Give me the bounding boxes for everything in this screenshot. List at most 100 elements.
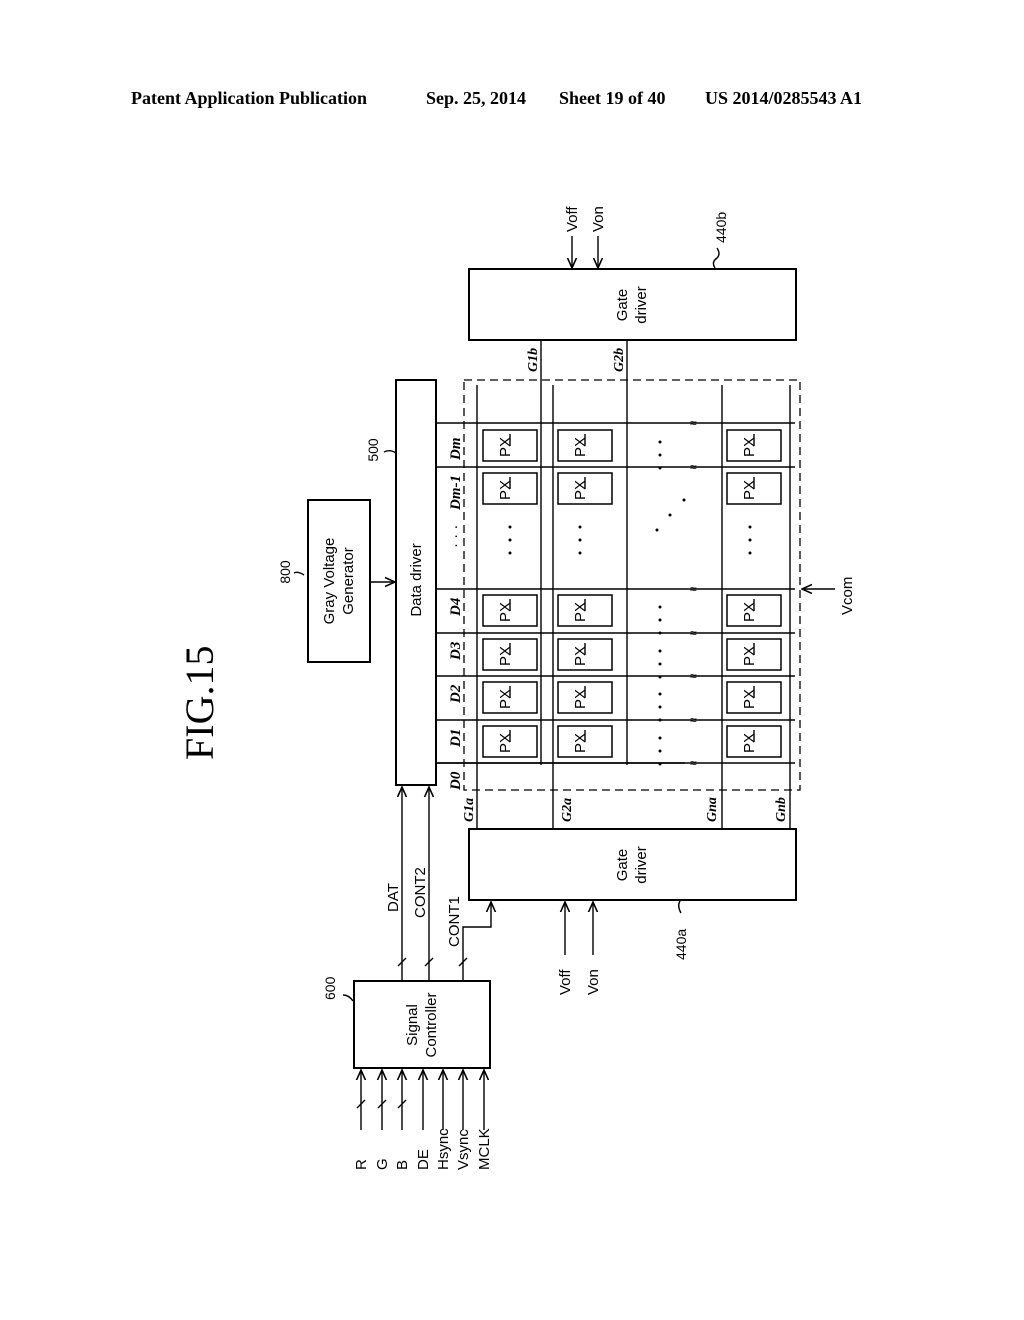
dot <box>508 551 512 555</box>
input-label-b: B <box>394 1160 411 1170</box>
pixel-label: PX <box>741 646 758 666</box>
dot <box>578 551 582 555</box>
dot <box>578 538 582 542</box>
gvg-label-1: Gray Voltage <box>321 538 338 625</box>
pixel-cell: PX <box>557 594 613 627</box>
input-label-g: G <box>374 1158 391 1170</box>
line-break-mark: ≈ <box>690 626 697 640</box>
pixel-cell: PX <box>557 472 613 505</box>
gvg-label-2: Generator <box>340 547 357 615</box>
pixel-cell: PX <box>482 681 538 714</box>
data-driver-label: Data driver <box>408 543 425 616</box>
pixel-label: PX <box>497 646 514 666</box>
display-panel: ≈ ≈ ≈ ≈ ≈ ≈ ≈ D0 D1 D2 D3 D4 · · · Dm-1 Dm G1b G2b G1a G2… <box>436 340 856 829</box>
gate-label: G2a <box>560 798 575 822</box>
line-break-mark: ≈ <box>690 669 697 683</box>
dot <box>658 749 662 753</box>
dot <box>658 631 662 635</box>
vcom-label: Vcom <box>839 577 856 615</box>
line-break-mark: ≈ <box>690 416 697 430</box>
dot <box>658 718 662 722</box>
pixel-label: PX <box>572 480 589 500</box>
von-b-label: Von <box>590 206 607 232</box>
gate-driver-440b: Gate driver Voff Von 440b <box>468 206 797 341</box>
pixel-label: PX <box>741 689 758 709</box>
cont1-line <box>462 902 491 980</box>
voff-a-label: Voff <box>557 969 574 995</box>
data-line-label: D3 <box>448 641 464 661</box>
gate-driver-a-label-2: driver <box>633 846 650 884</box>
cont1-label: CONT1 <box>446 896 463 947</box>
signal-controller-label-1: Signal <box>404 1004 421 1046</box>
dot <box>658 618 662 622</box>
pixel-label: PX <box>497 480 514 500</box>
gate-label: G1a <box>462 798 477 822</box>
pixel-label: PX <box>497 437 514 457</box>
signal-controller: Signal Controller 600 <box>322 976 491 1069</box>
gate-label: Gna <box>705 797 720 822</box>
dot <box>658 736 662 740</box>
pixel-cell: PX <box>482 725 538 758</box>
data-line-label: D0 <box>448 771 464 791</box>
dot <box>658 453 662 457</box>
input-label-de: DE <box>415 1149 432 1170</box>
data-driver-ref: 500 <box>365 438 381 462</box>
dot <box>658 692 662 696</box>
gate-driver-a-ref: 440a <box>673 929 689 960</box>
gate-label: G1b <box>526 348 541 372</box>
controller-input-lines: R G B DE Hsync Vsync MCLK <box>353 1070 493 1170</box>
pixel-label: PX <box>572 646 589 666</box>
ellipsis-dots <box>508 440 752 766</box>
pixel-cell: PX <box>726 429 782 462</box>
data-line-label: D1 <box>448 729 464 748</box>
data-line-label: · · · <box>447 525 464 548</box>
input-label-mclk: MCLK <box>476 1128 493 1170</box>
dot <box>658 649 662 653</box>
line-break-mark: ≈ <box>690 582 697 596</box>
pixel-label: PX <box>741 733 758 753</box>
dat-label: DAT <box>385 883 402 912</box>
pixel-cell: PX <box>726 681 782 714</box>
pixel-array: PX PX PX PX PX PX PX PX PX PX PX PX PX PX PX PX PX PX <box>482 429 782 758</box>
pixel-cell: PX <box>557 681 613 714</box>
line-break-mark: ≈ <box>690 460 697 474</box>
dot <box>658 705 662 709</box>
pixel-label: PX <box>741 602 758 622</box>
von-a-label: Von <box>585 969 602 995</box>
pixel-label: PX <box>572 437 589 457</box>
dot <box>578 525 582 529</box>
gate-label: Gnb <box>774 797 789 822</box>
dot <box>658 466 662 470</box>
dot <box>658 762 662 766</box>
pixel-cell: PX <box>482 429 538 462</box>
dot <box>508 538 512 542</box>
gate-driver-b-ref: 440b <box>713 212 729 243</box>
gate-driver-440a: Gate driver Voff Von 440a <box>468 828 797 995</box>
dot <box>682 498 686 502</box>
fig15-diagram: FIG.15 Gray Voltage Generator 800 Data d… <box>177 206 856 1170</box>
pixel-cell: PX <box>557 725 613 758</box>
gate-driver-a-label-1: Gate <box>614 849 631 882</box>
pixel-label: PX <box>741 437 758 457</box>
pixel-label: PX <box>572 602 589 622</box>
pixel-cell: PX <box>482 638 538 671</box>
pixel-cell: PX <box>557 429 613 462</box>
dot <box>658 662 662 666</box>
dot <box>748 551 752 555</box>
pixel-cell: PX <box>557 638 613 671</box>
dot <box>658 605 662 609</box>
line-break-mark: ≈ <box>690 713 697 727</box>
pixel-cell: PX <box>482 472 538 505</box>
dot <box>748 525 752 529</box>
dot <box>655 528 659 532</box>
gvg-ref: 800 <box>277 560 293 584</box>
cont2-label: CONT2 <box>412 867 429 918</box>
gate-driver-b-label-1: Gate <box>614 289 631 322</box>
pixel-label: PX <box>572 689 589 709</box>
pixel-cell: PX <box>726 638 782 671</box>
data-line-label: Dm-1 <box>448 475 464 511</box>
figure-title: FIG.15 <box>177 646 222 760</box>
pixel-cell: PX <box>726 725 782 758</box>
dot <box>508 525 512 529</box>
gate-label: G2b <box>612 348 627 372</box>
